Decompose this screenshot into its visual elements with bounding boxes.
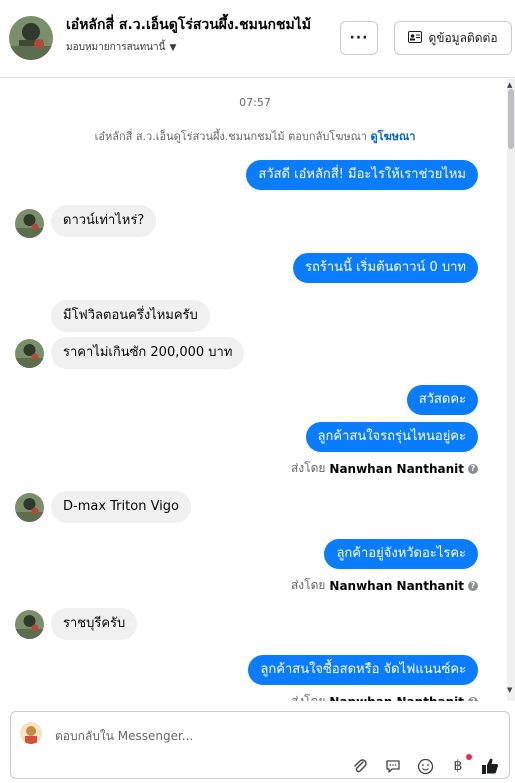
sent-by-prefix: ส่งโดย	[290, 694, 326, 701]
message-bubble-incoming[interactable]: D-max Triton Vigo	[51, 491, 191, 523]
sent-by-name: Nanwhan Nanthanit	[329, 695, 464, 702]
more-icon: ···	[349, 30, 369, 46]
sent-by-name: Nanwhan Nanthanit	[329, 461, 464, 476]
info-icon[interactable]: ?	[468, 463, 478, 474]
sent-by-label: ส่งโดย Nanwhan Nanthanit ?	[291, 692, 478, 701]
page-name: เอ๋หลักสี่ ส.ว.เอ็นดูโร่สวนผึ้ง.ชมนกชมไม…	[66, 17, 311, 33]
view-contact-button[interactable]: ดูข้อมูลติดต่อ	[394, 21, 512, 55]
sent-by-name: Nanwhan Nanthanit	[329, 578, 464, 593]
message-bubble-incoming[interactable]: ราชบุรีครับ	[51, 608, 138, 640]
contact-avatar[interactable]	[15, 209, 44, 238]
sent-by-prefix: ส่งโดย	[290, 461, 326, 475]
ad-reply-notice: เอ๋หลักสี่ ส.ว.เอ็นดูโร่สวนผึ้ง.ชมนกชมไม…	[0, 127, 510, 145]
notification-dot	[466, 754, 472, 760]
contact-avatar[interactable]	[15, 493, 44, 522]
message-thread: 07:57 เอ๋หลักสี่ ส.ว.เอ็นดูโร่สวนผึ้ง.ชม…	[0, 79, 515, 701]
smiley-icon[interactable]	[416, 757, 434, 775]
contact-card-icon	[408, 30, 423, 46]
message-bubble-outgoing[interactable]: สวัสดี เอ๋หลักสี่! มีอะไรให้เราช่วยไหม	[246, 160, 478, 190]
conversation-header: เอ๋หลักสี่ ส.ว.เอ็นดูโร่สวนผึ้ง.ชมนกชมไม…	[0, 0, 515, 78]
sender-avatar	[20, 722, 42, 744]
assign-conversation-dropdown[interactable]: มอบหมายการสนทนานี้ ▼	[66, 40, 176, 55]
paperclip-icon[interactable]	[351, 757, 369, 775]
ad-reply-text: เอ๋หลักสี่ ส.ว.เอ็นดูโร่สวนผึ้ง.ชมนกชมไม…	[94, 130, 368, 143]
message-bubble-incoming[interactable]: มีโฟวิลตอนครึ่งไหมครับ	[51, 300, 210, 332]
assign-label: มอบหมายการสนทนานี้	[66, 42, 166, 53]
view-ad-link[interactable]: ดูโฆษณา	[371, 130, 416, 143]
thumbs-up-icon[interactable]	[481, 757, 499, 775]
scroll-thumb[interactable]	[508, 89, 514, 149]
more-options-button[interactable]: ···	[340, 21, 378, 55]
thread-scrollbar[interactable]: ▲ ▼	[505, 79, 515, 701]
scroll-track[interactable]	[507, 79, 515, 701]
info-icon[interactable]: ?	[468, 696, 478, 701]
page-avatar[interactable]	[9, 16, 53, 60]
view-contact-label: ดูข้อมูลติดต่อ	[428, 30, 498, 45]
chat-bubble-icon[interactable]	[384, 757, 402, 775]
message-bubble-outgoing[interactable]: ลูกค้าสนใจรถรุ่นไหนอยู่คะ	[305, 422, 478, 452]
message-bubble-outgoing[interactable]: ลูกค้าสนใจซื้อสดหรือ จัดไฟแนนซ์คะ	[248, 655, 478, 685]
info-icon[interactable]: ?	[468, 580, 478, 591]
sent-by-label: ส่งโดย Nanwhan Nanthanit ?	[291, 576, 478, 595]
message-bubble-outgoing[interactable]: ลูกค้าอยู่จังหวัดอะไรคะ	[324, 539, 478, 569]
caret-down-icon: ▼	[169, 42, 177, 53]
message-bubble-incoming[interactable]: ราคาไม่เกินซัก 200,000 บาท	[51, 337, 245, 369]
contact-avatar[interactable]	[15, 610, 44, 639]
message-bubble-incoming[interactable]: ดาวน์เท่าไหร่?	[51, 205, 157, 237]
contact-avatar[interactable]	[15, 339, 44, 368]
scroll-up-arrow-icon[interactable]: ▲	[507, 81, 512, 89]
message-bubble-outgoing[interactable]: รถร้านนี้ เริ่มต้นดาวน์ 0 บาท	[293, 253, 478, 283]
sent-by-label: ส่งโดย Nanwhan Nanthanit ?	[291, 459, 478, 478]
scroll-down-arrow-icon[interactable]: ▼	[507, 686, 512, 694]
reply-input[interactable]: ตอบกลับใน Messenger...	[55, 727, 193, 746]
baht-icon[interactable]: ฿	[449, 757, 467, 775]
sent-by-prefix: ส่งโดย	[290, 578, 326, 592]
timestamp: 07:57	[239, 96, 271, 109]
message-composer[interactable]: ตอบกลับใน Messenger... ฿	[10, 711, 510, 779]
message-bubble-outgoing[interactable]: สวัสดคะ	[406, 385, 478, 415]
